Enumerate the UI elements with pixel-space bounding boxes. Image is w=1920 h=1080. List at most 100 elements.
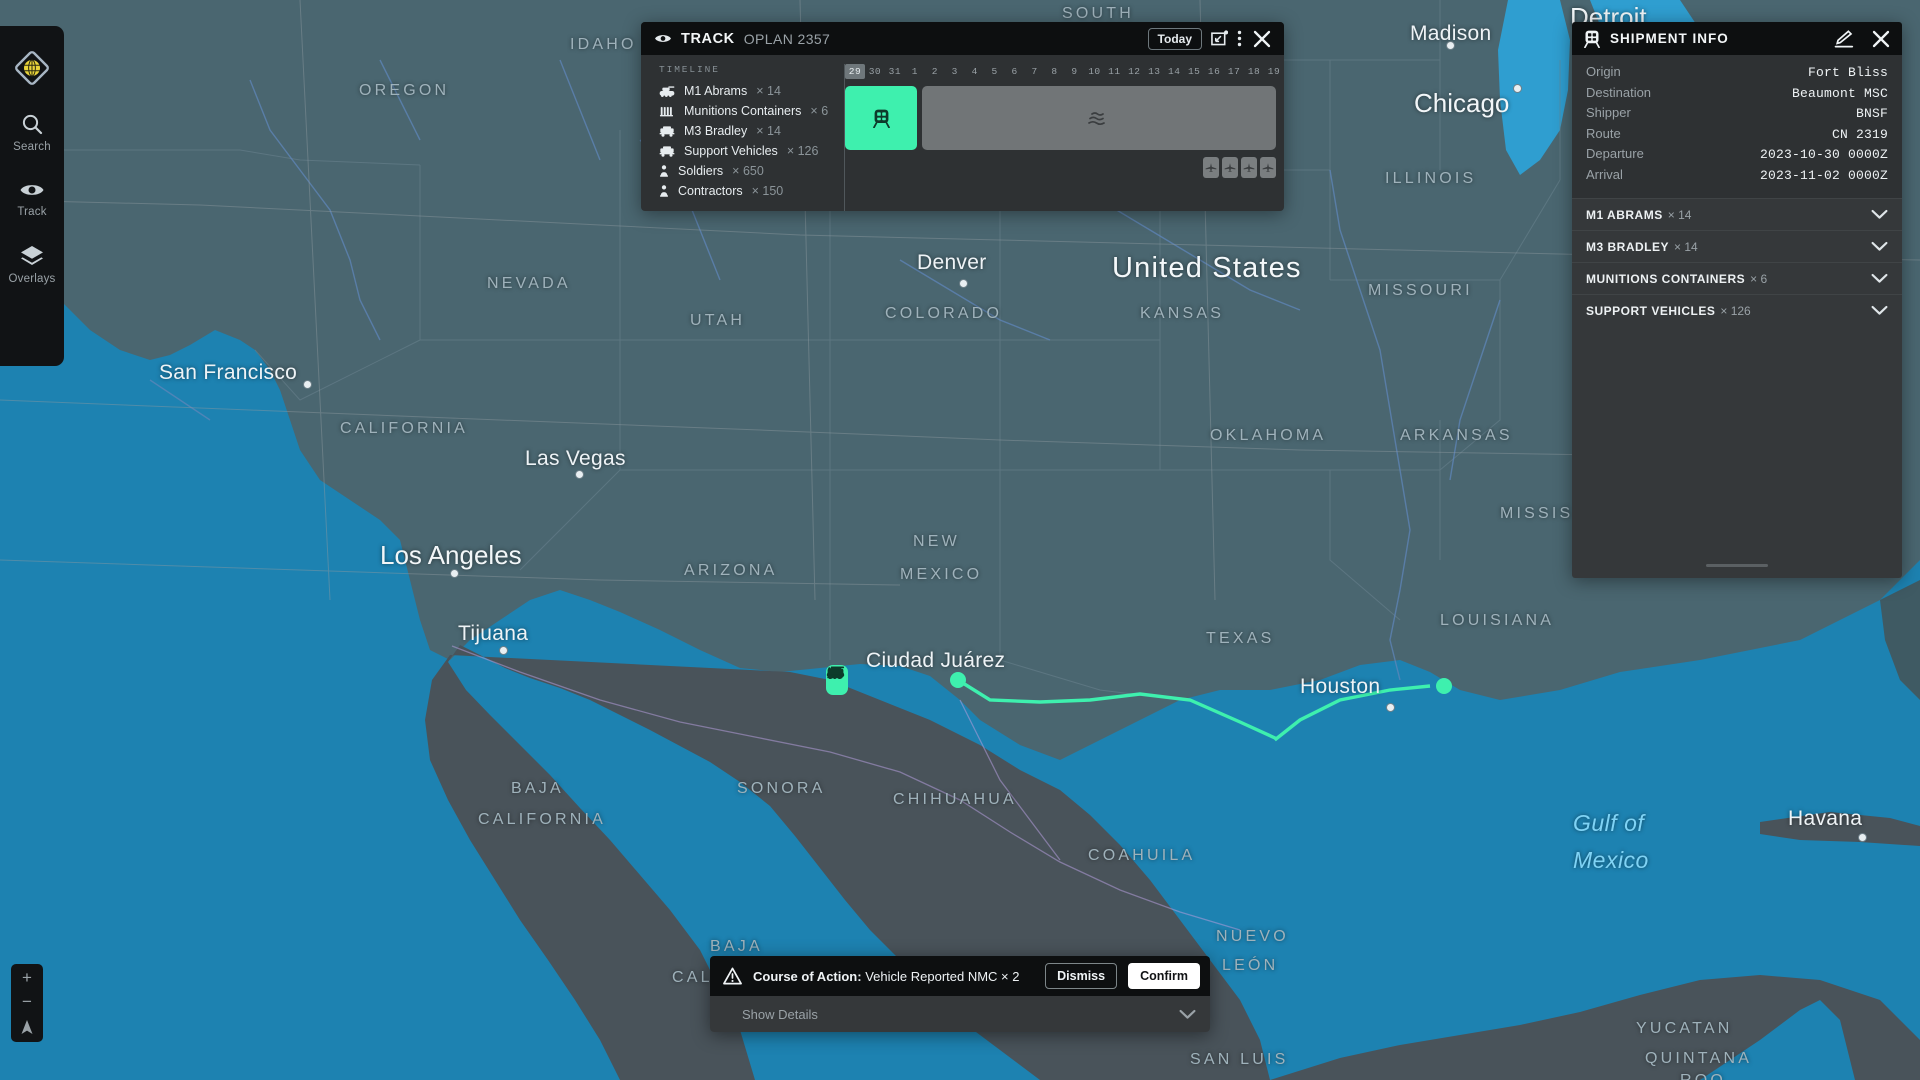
timeline-ruler-tick[interactable]: 4 xyxy=(965,66,985,77)
timeline-ruler-tick[interactable]: 10 xyxy=(1084,66,1104,77)
compass-button[interactable] xyxy=(20,1019,34,1035)
city-dot xyxy=(575,470,584,479)
timeline-action-buttons xyxy=(845,150,1284,187)
shipment-group-list: M1 ABRAMS × 14 M3 BRADLEY × 14 MUNITIONS CON… xyxy=(1572,198,1902,326)
close-shipment-panel-button[interactable] xyxy=(1872,30,1890,48)
shipment-panel-title: SHIPMENT INFO xyxy=(1610,31,1729,46)
timeline-segment-sea[interactable] xyxy=(922,86,1276,150)
route-node-destination[interactable] xyxy=(1436,678,1452,694)
sidebar-item-overlays[interactable]: Overlays xyxy=(0,244,64,285)
sidebar-item-search[interactable]: Search xyxy=(0,112,64,153)
timeline-row-count: × 650 xyxy=(732,164,764,178)
timeline-ruler-tick[interactable]: 30 xyxy=(865,66,885,77)
airplane-icon xyxy=(1262,163,1274,173)
globe-diamond-logo xyxy=(15,51,49,85)
chevron-down-icon xyxy=(1871,209,1888,219)
timeline-ruler-tick[interactable]: 16 xyxy=(1204,66,1224,77)
map-zoom-controls: + − xyxy=(11,964,43,1042)
timeline-row[interactable]: M3 Bradley × 14 xyxy=(659,121,844,141)
confirm-button[interactable]: Confirm xyxy=(1128,963,1200,989)
shipment-field-key: Origin xyxy=(1586,64,1621,79)
city-dot xyxy=(959,279,968,288)
person-icon xyxy=(660,165,668,177)
close-track-panel-button[interactable] xyxy=(1253,30,1271,48)
edit-shipment-button[interactable] xyxy=(1834,29,1854,48)
shipment-group-row[interactable]: MUNITIONS CONTAINERS × 6 xyxy=(1572,262,1902,294)
city-dot xyxy=(499,646,508,655)
zoom-in-button[interactable]: + xyxy=(22,969,32,986)
airplane-icon xyxy=(1205,163,1217,173)
shipment-group-row[interactable]: M3 BRADLEY × 14 xyxy=(1572,230,1902,262)
dismiss-button[interactable]: Dismiss xyxy=(1045,963,1118,989)
today-button[interactable]: Today xyxy=(1147,27,1202,50)
city-dot xyxy=(1858,833,1867,842)
timeline-airmode-button[interactable] xyxy=(1241,157,1257,178)
timeline-airmode-button[interactable] xyxy=(1260,157,1276,178)
route-node-origin[interactable] xyxy=(950,672,966,688)
timeline-row[interactable]: Munitions Containers × 6 xyxy=(659,101,844,121)
timeline-row-name: Soldiers xyxy=(678,164,724,178)
shipment-field: Route CN 2319 xyxy=(1586,126,1888,147)
shipment-panel-header: SHIPMENT INFO xyxy=(1572,22,1902,55)
city-dot xyxy=(303,380,312,389)
shipment-group-name: SUPPORT VEHICLES xyxy=(1586,303,1716,318)
shipment-field: Destination Beaumont MSC xyxy=(1586,85,1888,106)
shipment-group-row[interactable]: SUPPORT VEHICLES × 126 xyxy=(1572,294,1902,326)
timeline-ruler-tick[interactable]: 7 xyxy=(1025,66,1045,77)
timeline-ruler-tick[interactable]: 11 xyxy=(1104,66,1124,77)
app-root: OREGON IDAHO NEVADA UTAH CALIFORNIA ARIZONA NE… xyxy=(0,0,1920,1080)
alert-text: Course of Action: Vehicle Reported NMC ×… xyxy=(753,969,1019,984)
alert-message: Vehicle Reported NMC × 2 xyxy=(865,968,1020,984)
shipment-field-value: CN 2319 xyxy=(1831,126,1888,142)
timeline-ruler-tick[interactable]: 17 xyxy=(1224,66,1244,77)
timeline-airmode-button[interactable] xyxy=(1203,157,1219,178)
timeline-row-name: Munitions Containers xyxy=(684,104,802,118)
timeline-ruler-tick[interactable]: 12 xyxy=(1124,66,1144,77)
timeline-ruler-tick[interactable]: 8 xyxy=(1045,66,1065,77)
timeline-ruler-tick[interactable]: 2 xyxy=(925,66,945,77)
convoy-marker[interactable] xyxy=(826,665,848,695)
timeline-ruler-tick[interactable]: 18 xyxy=(1244,66,1264,77)
timeline-ruler-tick[interactable]: 9 xyxy=(1064,66,1084,77)
timeline-row[interactable]: Support Vehicles × 126 xyxy=(659,141,844,161)
collapse-button[interactable] xyxy=(1211,30,1228,47)
timeline-ruler-tick[interactable]: 5 xyxy=(985,66,1005,77)
timeline-ruler-tick[interactable]: 1 xyxy=(905,66,925,77)
timeline-ruler-tick[interactable]: 6 xyxy=(1005,66,1025,77)
timeline-row[interactable]: M1 Abrams × 14 xyxy=(659,81,844,101)
city-dot xyxy=(450,569,459,578)
more-menu-button[interactable] xyxy=(1237,30,1242,47)
timeline-ruler-tick[interactable]: 31 xyxy=(885,66,905,77)
timeline-row[interactable]: Soldiers × 650 xyxy=(659,161,844,181)
timeline-row-name: Contractors xyxy=(678,184,743,198)
person-icon xyxy=(660,185,668,197)
kebab-menu-icon xyxy=(1237,30,1242,47)
timeline-segment-rail[interactable] xyxy=(845,86,917,150)
timeline-row[interactable]: Contractors × 150 xyxy=(659,181,844,201)
track-panel-header: TRACK OPLAN 2357 Today xyxy=(641,22,1284,55)
timeline-ruler-tick[interactable]: 14 xyxy=(1164,66,1184,77)
timeline-ruler-tick[interactable]: 3 xyxy=(945,66,965,77)
timeline-ruler-tick[interactable]: 15 xyxy=(1184,66,1204,77)
zoom-out-button[interactable]: − xyxy=(22,993,32,1010)
airplane-icon xyxy=(1243,163,1255,173)
sidebar-item-track[interactable]: Track xyxy=(0,179,64,218)
show-details-row[interactable]: Show Details xyxy=(710,996,1210,1032)
track-panel-subtitle: OPLAN 2357 xyxy=(743,30,831,47)
timeline-ruler-tick[interactable]: 19 xyxy=(1264,66,1284,77)
timeline-ruler[interactable]: 29 30 31 1 2 3 4 5 6 7 8 9 10 11 12 13 14 15 16 17 18 19 xyxy=(845,64,1284,79)
timeline-row-list: M1 Abrams × 14 Munitions Containers × 6 M3… xyxy=(659,81,844,201)
shipment-group-row[interactable]: M1 ABRAMS × 14 xyxy=(1572,198,1902,230)
train-icon xyxy=(872,109,890,128)
shipment-field-key: Arrival xyxy=(1586,166,1623,182)
timeline-ruler-tick[interactable]: 29 xyxy=(845,64,865,79)
alert-main-row: Course of Action: Vehicle Reported NMC ×… xyxy=(710,956,1210,996)
chevron-down-icon xyxy=(1179,1009,1196,1019)
timeline-airmode-button[interactable] xyxy=(1222,157,1238,178)
timeline-ruler-tick[interactable]: 13 xyxy=(1144,66,1164,77)
shipment-group-count: × 14 xyxy=(1674,239,1698,254)
shipment-field-list: Origin Fort Bliss Destination Beaumont MSC S… xyxy=(1572,55,1902,198)
shipment-field: Arrival 2023-11-02 0000Z xyxy=(1586,167,1888,188)
app-logo[interactable] xyxy=(10,46,54,90)
panel-resize-handle[interactable] xyxy=(1706,564,1768,567)
